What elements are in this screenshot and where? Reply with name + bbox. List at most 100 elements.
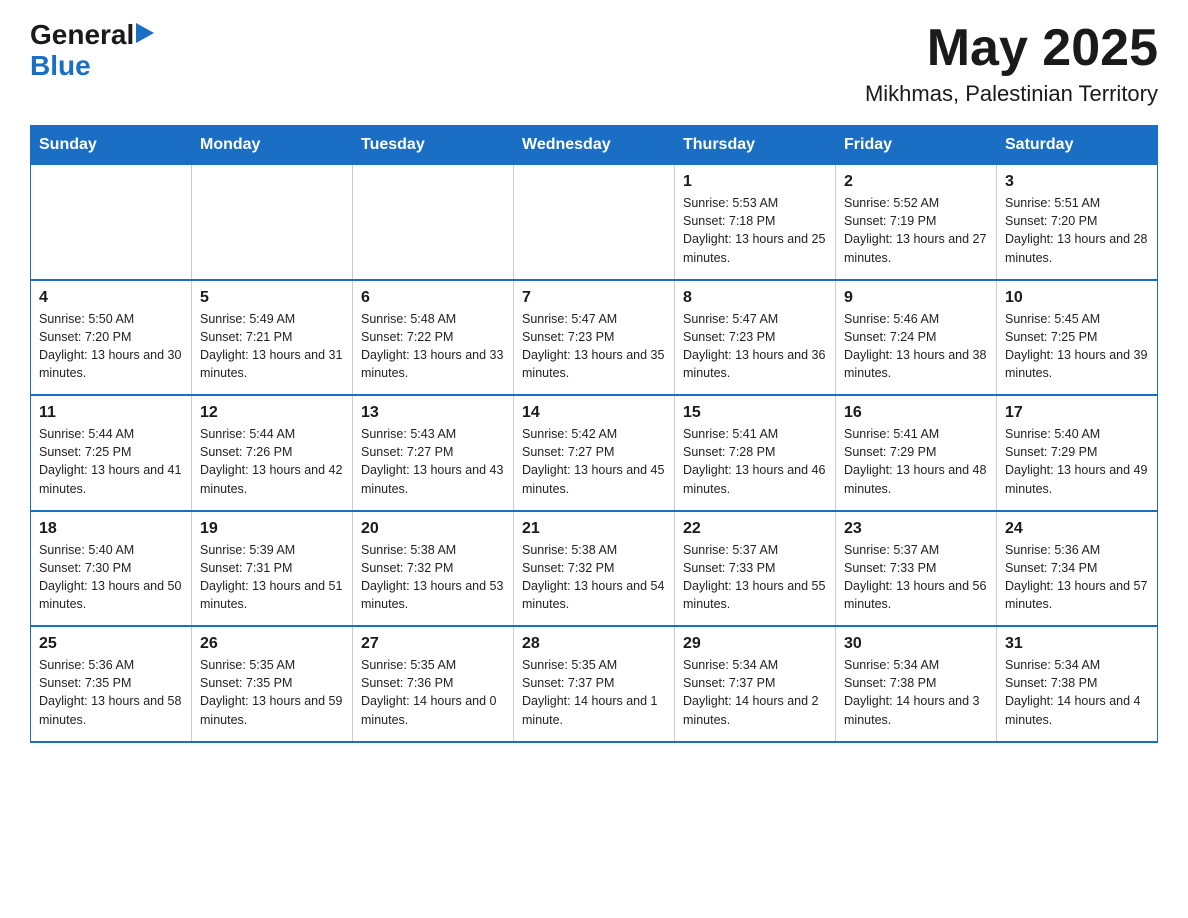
day-info: Sunrise: 5:44 AM Sunset: 7:26 PM Dayligh… bbox=[200, 425, 344, 498]
calendar-cell bbox=[514, 165, 675, 280]
calendar-cell: 10 Sunrise: 5:45 AM Sunset: 7:25 PM Dayli… bbox=[997, 280, 1158, 396]
day-number: 30 bbox=[844, 635, 988, 653]
logo-arrow-icon bbox=[136, 23, 154, 43]
col-tuesday: Tuesday bbox=[353, 126, 514, 165]
calendar-cell: 31 Sunrise: 5:34 AM Sunset: 7:38 PM Dayli… bbox=[997, 626, 1158, 742]
col-thursday: Thursday bbox=[675, 126, 836, 165]
day-info: Sunrise: 5:41 AM Sunset: 7:28 PM Dayligh… bbox=[683, 425, 827, 498]
day-info: Sunrise: 5:44 AM Sunset: 7:25 PM Dayligh… bbox=[39, 425, 183, 498]
col-saturday: Saturday bbox=[997, 126, 1158, 165]
day-info: Sunrise: 5:45 AM Sunset: 7:25 PM Dayligh… bbox=[1005, 310, 1149, 383]
day-number: 23 bbox=[844, 520, 988, 538]
day-number: 7 bbox=[522, 289, 666, 307]
day-number: 15 bbox=[683, 404, 827, 422]
col-friday: Friday bbox=[836, 126, 997, 165]
day-number: 20 bbox=[361, 520, 505, 538]
day-number: 4 bbox=[39, 289, 183, 307]
logo-general-text: General bbox=[30, 20, 134, 51]
page-header: General Blue May 2025 Mikhmas, Palestini… bbox=[30, 20, 1158, 107]
day-number: 5 bbox=[200, 289, 344, 307]
day-info: Sunrise: 5:51 AM Sunset: 7:20 PM Dayligh… bbox=[1005, 194, 1149, 267]
calendar-cell: 25Sunrise: 5:36 AM Sunset: 7:35 PM Dayli… bbox=[31, 626, 192, 742]
day-info: Sunrise: 5:53 AM Sunset: 7:18 PM Dayligh… bbox=[683, 194, 827, 267]
day-number: 10 bbox=[1005, 289, 1149, 307]
calendar-cell: 28 Sunrise: 5:35 AM Sunset: 7:37 PM Dayli… bbox=[514, 626, 675, 742]
calendar-cell: 21Sunrise: 5:38 AM Sunset: 7:32 PM Dayli… bbox=[514, 511, 675, 627]
calendar-cell: 23 Sunrise: 5:37 AM Sunset: 7:33 PM Dayli… bbox=[836, 511, 997, 627]
day-info: Sunrise: 5:47 AM Sunset: 7:23 PM Dayligh… bbox=[522, 310, 666, 383]
week-row-2: 4 Sunrise: 5:50 AM Sunset: 7:20 PM Daylig… bbox=[31, 280, 1158, 396]
calendar-cell: 30 Sunrise: 5:34 AM Sunset: 7:38 PM Dayli… bbox=[836, 626, 997, 742]
day-number: 11 bbox=[39, 404, 183, 422]
day-number: 6 bbox=[361, 289, 505, 307]
day-number: 26 bbox=[200, 635, 344, 653]
calendar-cell bbox=[353, 165, 514, 280]
day-info: Sunrise: 5:40 AM Sunset: 7:30 PM Dayligh… bbox=[39, 541, 183, 614]
calendar-cell: 6 Sunrise: 5:48 AM Sunset: 7:22 PM Daylig… bbox=[353, 280, 514, 396]
day-info: Sunrise: 5:48 AM Sunset: 7:22 PM Dayligh… bbox=[361, 310, 505, 383]
day-number: 14 bbox=[522, 404, 666, 422]
calendar-cell: 22Sunrise: 5:37 AM Sunset: 7:33 PM Dayli… bbox=[675, 511, 836, 627]
calendar-cell: 29Sunrise: 5:34 AM Sunset: 7:37 PM Dayli… bbox=[675, 626, 836, 742]
day-number: 24 bbox=[1005, 520, 1149, 538]
day-info: Sunrise: 5:35 AM Sunset: 7:37 PM Dayligh… bbox=[522, 656, 666, 729]
day-number: 2 bbox=[844, 173, 988, 191]
day-info: Sunrise: 5:52 AM Sunset: 7:19 PM Dayligh… bbox=[844, 194, 988, 267]
day-info: Sunrise: 5:50 AM Sunset: 7:20 PM Dayligh… bbox=[39, 310, 183, 383]
day-info: Sunrise: 5:38 AM Sunset: 7:32 PM Dayligh… bbox=[361, 541, 505, 614]
week-row-1: 1 Sunrise: 5:53 AM Sunset: 7:18 PM Daylig… bbox=[31, 165, 1158, 280]
day-number: 18 bbox=[39, 520, 183, 538]
day-number: 13 bbox=[361, 404, 505, 422]
day-number: 27 bbox=[361, 635, 505, 653]
calendar-cell: 17 Sunrise: 5:40 AM Sunset: 7:29 PM Dayli… bbox=[997, 395, 1158, 511]
calendar-cell: 4 Sunrise: 5:50 AM Sunset: 7:20 PM Daylig… bbox=[31, 280, 192, 396]
calendar-cell bbox=[192, 165, 353, 280]
day-info: Sunrise: 5:46 AM Sunset: 7:24 PM Dayligh… bbox=[844, 310, 988, 383]
calendar-cell: 26 Sunrise: 5:35 AM Sunset: 7:35 PM Dayli… bbox=[192, 626, 353, 742]
calendar-cell: 18 Sunrise: 5:40 AM Sunset: 7:30 PM Dayli… bbox=[31, 511, 192, 627]
week-row-3: 11 Sunrise: 5:44 AM Sunset: 7:25 PM Dayli… bbox=[31, 395, 1158, 511]
calendar-cell: 15 Sunrise: 5:41 AM Sunset: 7:28 PM Dayli… bbox=[675, 395, 836, 511]
calendar-cell: 1 Sunrise: 5:53 AM Sunset: 7:18 PM Daylig… bbox=[675, 165, 836, 280]
calendar-cell: 20 Sunrise: 5:38 AM Sunset: 7:32 PM Dayli… bbox=[353, 511, 514, 627]
day-info: Sunrise: 5:42 AM Sunset: 7:27 PM Dayligh… bbox=[522, 425, 666, 498]
day-info: Sunrise: 5:41 AM Sunset: 7:29 PM Dayligh… bbox=[844, 425, 988, 498]
title-block: May 2025 Mikhmas, Palestinian Territory bbox=[865, 20, 1158, 107]
day-number: 21 bbox=[522, 520, 666, 538]
day-number: 12 bbox=[200, 404, 344, 422]
day-info: Sunrise: 5:37 AM Sunset: 7:33 PM Dayligh… bbox=[683, 541, 827, 614]
logo-blue-text: Blue bbox=[30, 50, 91, 81]
col-sunday: Sunday bbox=[31, 126, 192, 165]
day-info: Sunrise: 5:34 AM Sunset: 7:38 PM Dayligh… bbox=[1005, 656, 1149, 729]
day-info: Sunrise: 5:34 AM Sunset: 7:38 PM Dayligh… bbox=[844, 656, 988, 729]
day-number: 17 bbox=[1005, 404, 1149, 422]
day-number: 31 bbox=[1005, 635, 1149, 653]
calendar-cell bbox=[31, 165, 192, 280]
day-info: Sunrise: 5:49 AM Sunset: 7:21 PM Dayligh… bbox=[200, 310, 344, 383]
day-number: 9 bbox=[844, 289, 988, 307]
day-number: 16 bbox=[844, 404, 988, 422]
col-monday: Monday bbox=[192, 126, 353, 165]
calendar-cell: 16 Sunrise: 5:41 AM Sunset: 7:29 PM Dayli… bbox=[836, 395, 997, 511]
day-number: 29 bbox=[683, 635, 827, 653]
calendar-cell: 14 Sunrise: 5:42 AM Sunset: 7:27 PM Dayli… bbox=[514, 395, 675, 511]
day-info: Sunrise: 5:43 AM Sunset: 7:27 PM Dayligh… bbox=[361, 425, 505, 498]
logo: General Blue bbox=[30, 20, 154, 82]
day-info: Sunrise: 5:36 AM Sunset: 7:35 PM Dayligh… bbox=[39, 656, 183, 729]
day-number: 8 bbox=[683, 289, 827, 307]
day-info: Sunrise: 5:40 AM Sunset: 7:29 PM Dayligh… bbox=[1005, 425, 1149, 498]
day-info: Sunrise: 5:35 AM Sunset: 7:36 PM Dayligh… bbox=[361, 656, 505, 729]
day-number: 1 bbox=[683, 173, 827, 191]
day-info: Sunrise: 5:36 AM Sunset: 7:34 PM Dayligh… bbox=[1005, 541, 1149, 614]
calendar-cell: 9 Sunrise: 5:46 AM Sunset: 7:24 PM Daylig… bbox=[836, 280, 997, 396]
day-info: Sunrise: 5:37 AM Sunset: 7:33 PM Dayligh… bbox=[844, 541, 988, 614]
week-row-4: 18 Sunrise: 5:40 AM Sunset: 7:30 PM Dayli… bbox=[31, 511, 1158, 627]
calendar-cell: 11 Sunrise: 5:44 AM Sunset: 7:25 PM Dayli… bbox=[31, 395, 192, 511]
day-info: Sunrise: 5:35 AM Sunset: 7:35 PM Dayligh… bbox=[200, 656, 344, 729]
day-number: 28 bbox=[522, 635, 666, 653]
calendar-cell: 3Sunrise: 5:51 AM Sunset: 7:20 PM Daylig… bbox=[997, 165, 1158, 280]
header-row: Sunday Monday Tuesday Wednesday Thursday… bbox=[31, 126, 1158, 165]
calendar-cell: 2 Sunrise: 5:52 AM Sunset: 7:19 PM Daylig… bbox=[836, 165, 997, 280]
day-info: Sunrise: 5:47 AM Sunset: 7:23 PM Dayligh… bbox=[683, 310, 827, 383]
calendar-cell: 27 Sunrise: 5:35 AM Sunset: 7:36 PM Dayli… bbox=[353, 626, 514, 742]
